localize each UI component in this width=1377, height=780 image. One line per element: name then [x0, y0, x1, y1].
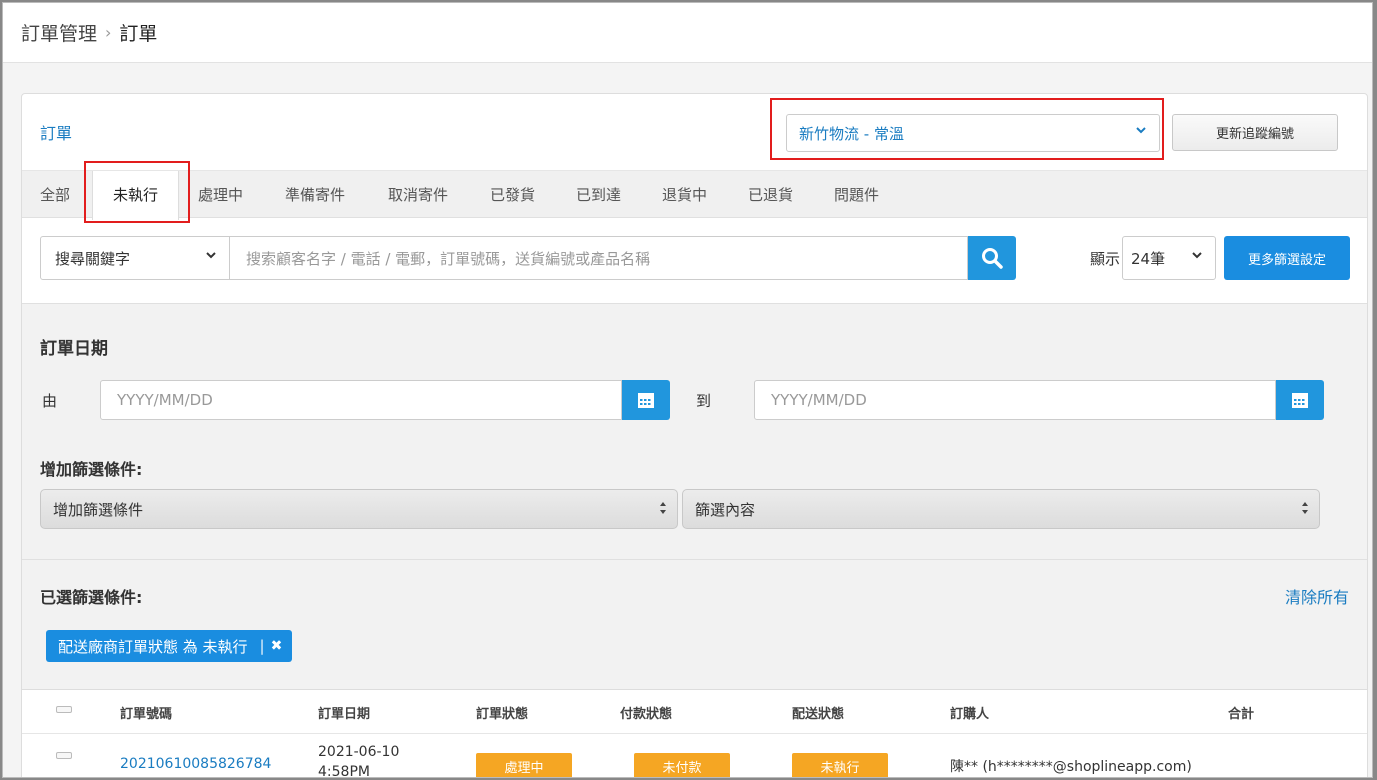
breadcrumb-separator-icon: ›: [105, 23, 112, 42]
tab-problem[interactable]: 問題件: [834, 171, 879, 219]
table-header-row: 訂單號碼 訂單日期 訂單狀態 付款狀態 配送狀態 訂購人 合計: [22, 690, 1367, 734]
update-tracking-button[interactable]: 更新追蹤編號: [1172, 114, 1338, 151]
col-buyer: 訂購人: [950, 707, 990, 722]
search-row: 搜尋關鍵字 搜索顧客名字 / 電話 / 電郵，訂單號碼，送貨編號或產品名稱 顯示…: [22, 218, 1367, 304]
order-date: 2021-06-10: [318, 744, 400, 760]
row-checkbox[interactable]: [56, 752, 72, 759]
filter-panel: 訂單日期 由 YYYY/MM/DD 到 YYYY/MM/DD 增加篩選條件: 增…: [22, 304, 1367, 560]
from-calendar-button[interactable]: [622, 380, 670, 420]
updown-arrows-icon: [1301, 500, 1309, 519]
tab-cancel-shipment[interactable]: 取消寄件: [388, 171, 448, 219]
close-icon[interactable]: ✖: [271, 638, 283, 654]
keyword-type-select[interactable]: 搜尋關鍵字: [40, 236, 230, 280]
search-icon: [982, 248, 1003, 269]
status-tabs: 全部 未執行 處理中 準備寄件 取消寄件 已發貨 已到達 退貨中 已退貨 問題件: [22, 161, 1367, 223]
order-status-badge: 處理中: [476, 753, 572, 777]
tab-arrived[interactable]: 已到達: [576, 171, 621, 219]
condition-select[interactable]: 增加篩選條件: [40, 489, 678, 529]
col-order-no: 訂單號碼: [120, 707, 173, 722]
table-row[interactable]: 20210610085826784 2021-06-10 4:58PM 處理中 …: [22, 734, 1367, 778]
payment-status-badge: 未付款: [634, 753, 730, 777]
app-window: 訂單管理 › 訂單 訂單 新竹物流 - 常溫 更新追蹤編號 全部 未執行 處理中…: [2, 2, 1373, 778]
selected-filters-title: 已選篩選條件:: [40, 588, 143, 607]
tab-processing[interactable]: 處理中: [198, 171, 243, 219]
order-date-title: 訂單日期: [40, 339, 108, 359]
tab-ready-to-ship[interactable]: 準備寄件: [285, 171, 345, 219]
condition-content-value: 篩選內容: [695, 500, 756, 519]
buyer-name: 陳** (h********@shoplineapp.com): [950, 759, 1192, 775]
from-label: 由: [42, 392, 58, 410]
to-date-input[interactable]: YYYY/MM/DD: [754, 380, 1276, 420]
order-time: 4:58PM: [318, 764, 370, 778]
logistics-select[interactable]: 新竹物流 - 常溫: [786, 114, 1160, 152]
keyword-type-value: 搜尋關鍵字: [55, 249, 131, 268]
to-calendar-button[interactable]: [1276, 380, 1324, 420]
per-page-value: 24筆: [1131, 249, 1166, 268]
col-payment-status: 付款狀態: [620, 707, 673, 722]
filter-chip: 配送廠商訂單狀態 為 未執行 | ✖: [46, 630, 293, 662]
breadcrumb: 訂單管理 › 訂單: [3, 3, 1372, 63]
tab-highlight-box: [84, 161, 190, 223]
col-delivery-status: 配送狀態: [792, 707, 845, 722]
from-date-input[interactable]: YYYY/MM/DD: [100, 380, 622, 420]
card-title: 訂單: [40, 124, 73, 143]
updown-arrows-icon: [659, 500, 667, 519]
per-page-select[interactable]: 24筆: [1122, 236, 1216, 280]
search-input[interactable]: 搜索顧客名字 / 電話 / 電郵，訂單號碼，送貨編號或產品名稱: [230, 236, 968, 280]
logistics-select-value: 新竹物流 - 常溫: [799, 124, 904, 143]
orders-table: 訂單號碼 訂單日期 訂單狀態 付款狀態 配送狀態 訂購人 合計 20210610…: [22, 690, 1367, 778]
chip-divider: |: [259, 637, 265, 655]
delivery-status-badge: 未執行: [792, 753, 888, 777]
col-order-status: 訂單狀態: [476, 707, 529, 722]
condition-content-select[interactable]: 篩選內容: [682, 489, 1320, 529]
show-label: 顯示: [1090, 250, 1121, 268]
tab-all[interactable]: 全部: [40, 171, 70, 219]
more-filters-button[interactable]: 更多篩選設定: [1224, 236, 1350, 280]
col-order-date: 訂單日期: [318, 707, 371, 722]
col-total: 合計: [1228, 707, 1255, 722]
chevron-down-icon: [1191, 249, 1203, 265]
chevron-down-icon: [205, 249, 217, 265]
order-number-link[interactable]: 20210610085826784: [120, 756, 271, 772]
add-condition-title: 增加篩選條件:: [40, 460, 143, 479]
tab-returning[interactable]: 退貨中: [662, 171, 707, 219]
chevron-down-icon: [1135, 124, 1147, 140]
tab-returned[interactable]: 已退貨: [748, 171, 793, 219]
condition-select-value: 增加篩選條件: [53, 500, 144, 519]
select-all-checkbox[interactable]: [56, 706, 72, 713]
breadcrumb-current: 訂單: [119, 23, 158, 45]
clear-all-link[interactable]: 清除所有: [1285, 584, 1349, 608]
calendar-icon: [638, 393, 654, 408]
search-button[interactable]: [968, 236, 1016, 280]
selected-filters-panel: 已選篩選條件: 清除所有 配送廠商訂單狀態 為 未執行 | ✖: [22, 560, 1367, 690]
filter-chip-label: 配送廠商訂單狀態 為 未執行: [58, 637, 248, 656]
card-header: 訂單 新竹物流 - 常溫 更新追蹤編號: [22, 94, 1367, 170]
orders-card: 訂單 新竹物流 - 常溫 更新追蹤編號 全部 未執行 處理中 準備寄件 取消寄件…: [21, 93, 1368, 778]
calendar-icon: [1292, 393, 1308, 408]
to-label: 到: [696, 392, 712, 410]
breadcrumb-parent[interactable]: 訂單管理: [21, 19, 97, 46]
tab-shipped[interactable]: 已發貨: [490, 171, 535, 219]
